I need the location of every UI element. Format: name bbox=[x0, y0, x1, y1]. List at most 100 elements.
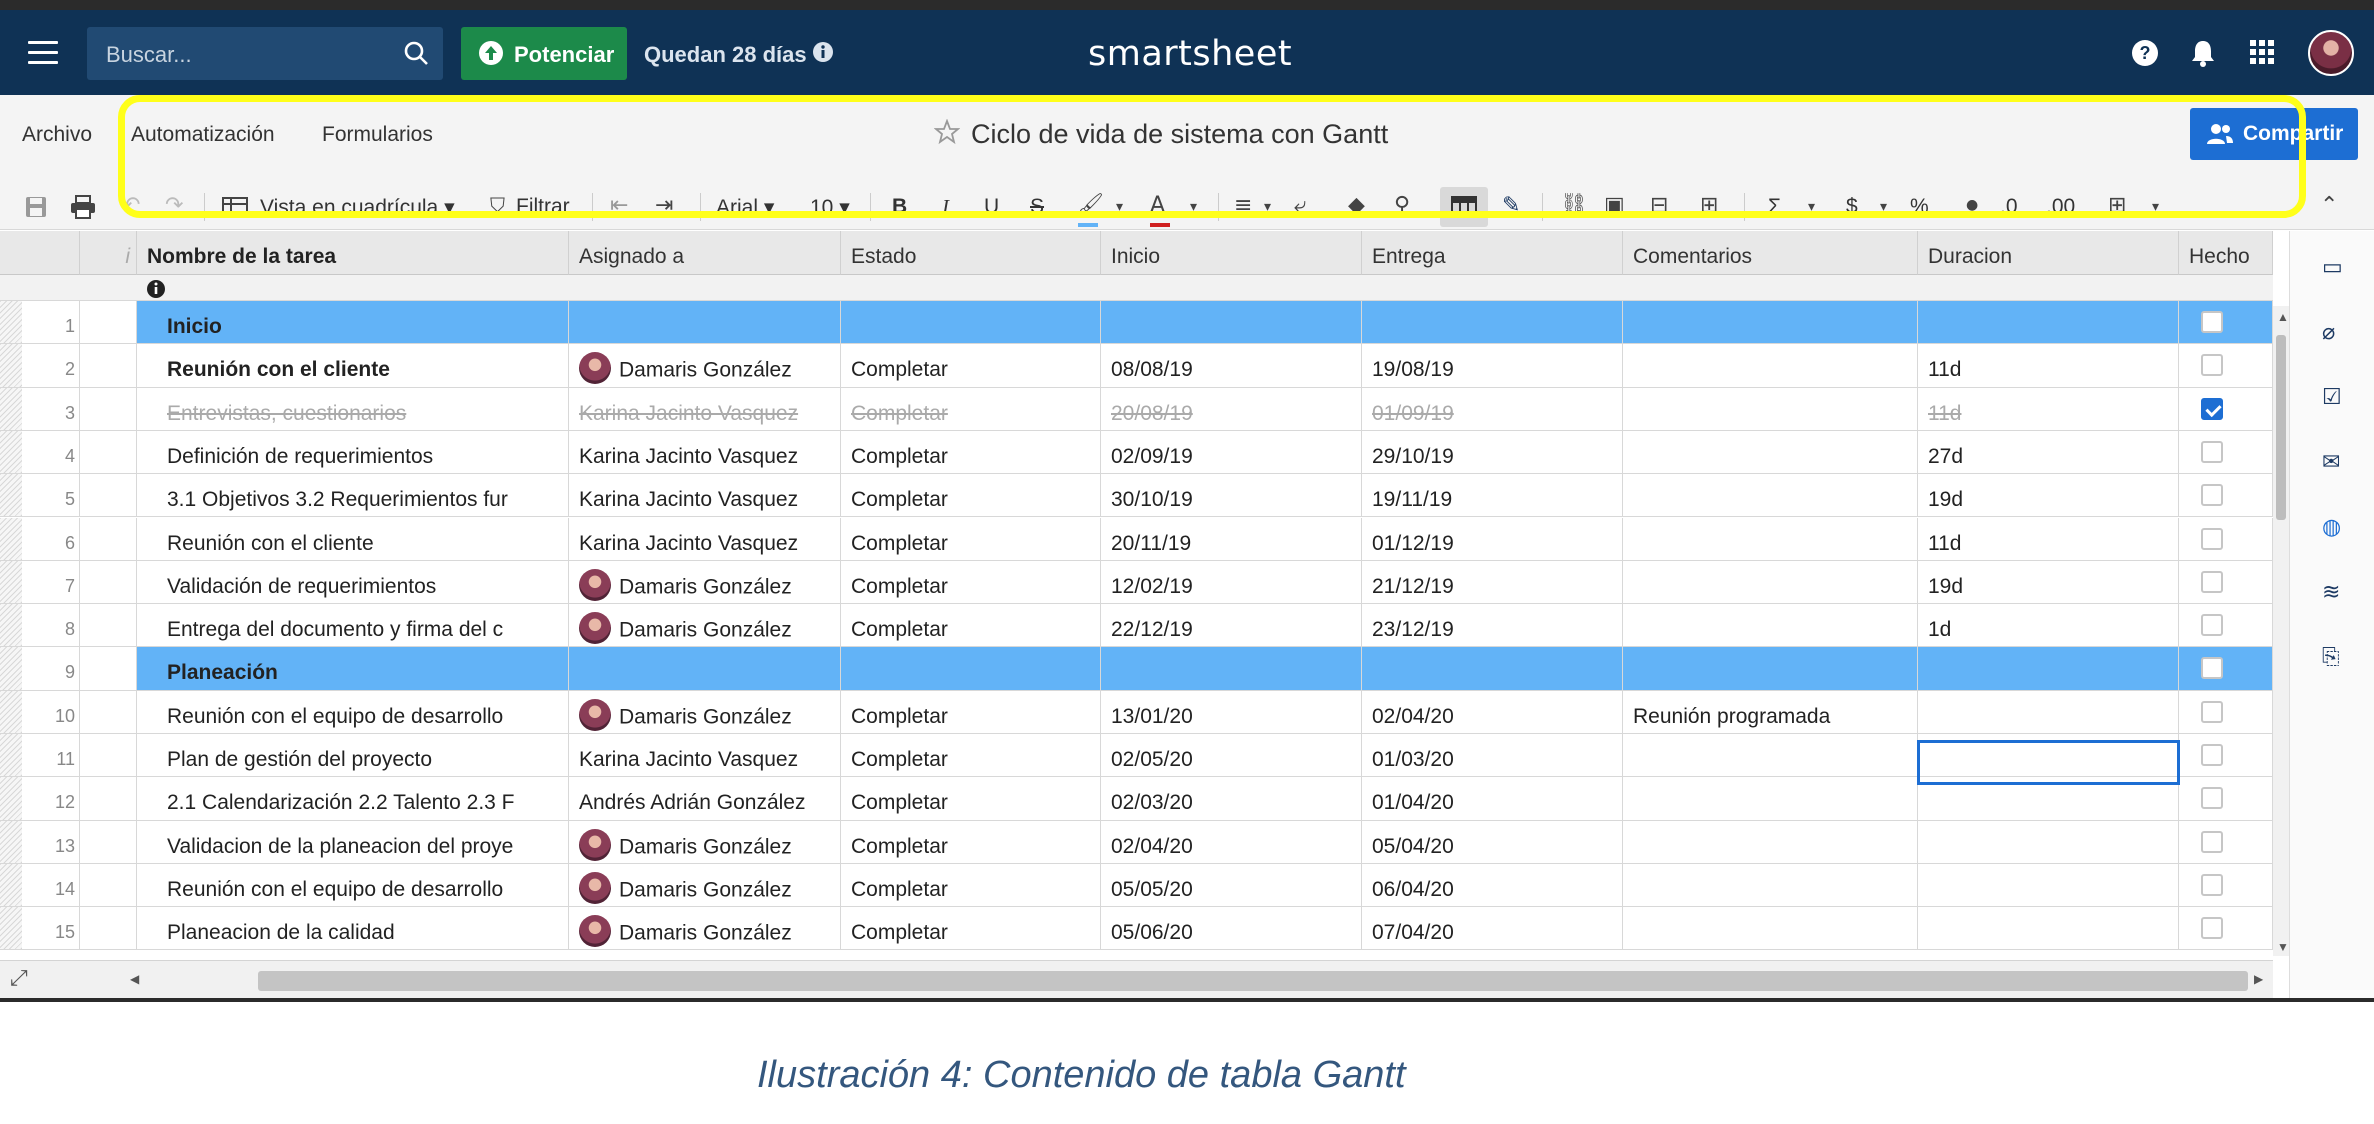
comments-cell[interactable] bbox=[1623, 820, 1918, 863]
column-header-status[interactable]: Estado bbox=[841, 231, 1101, 275]
done-checkbox[interactable] bbox=[2201, 787, 2223, 810]
vertical-scroll-thumb[interactable] bbox=[2276, 335, 2286, 520]
task-name-cell[interactable]: Reunión con el cliente bbox=[137, 344, 569, 387]
row-drag-handle[interactable] bbox=[0, 517, 22, 560]
row-drag-handle[interactable] bbox=[0, 820, 22, 863]
task-name-cell[interactable]: Entrega del documento y firma del c bbox=[137, 604, 569, 647]
status-cell[interactable]: Completar bbox=[841, 430, 1101, 474]
row-drag-handle[interactable] bbox=[0, 907, 22, 950]
done-cell[interactable] bbox=[2179, 517, 2273, 560]
table-row[interactable]: 3 Entrevistas, cuestionarios Karina Jacint… bbox=[0, 387, 2273, 431]
done-cell[interactable] bbox=[2179, 344, 2273, 387]
table-row[interactable]: 7 Validación de requerimientos Damaris Gon… bbox=[0, 560, 2273, 605]
done-checkbox[interactable] bbox=[2201, 744, 2223, 766]
apps-grid-icon[interactable] bbox=[2249, 39, 2275, 65]
row-drag-handle[interactable] bbox=[0, 777, 22, 820]
end-date-cell[interactable]: 21/12/19 bbox=[1362, 560, 1623, 604]
end-date-cell[interactable]: 19/08/19 bbox=[1362, 344, 1623, 387]
end-date-cell[interactable]: 01/09/19 bbox=[1362, 387, 1623, 430]
done-cell[interactable] bbox=[2179, 863, 2273, 907]
duration-cell[interactable]: 27d bbox=[1918, 430, 2179, 474]
table-row[interactable]: 9 Planeación bbox=[0, 647, 2273, 691]
status-cell[interactable]: Completar bbox=[841, 474, 1101, 517]
row-drag-handle[interactable] bbox=[0, 604, 22, 647]
search-icon[interactable] bbox=[403, 40, 429, 66]
search-input[interactable]: Buscar... bbox=[87, 27, 443, 80]
table-row[interactable]: 15 Planeacion de la calidad Damaris Gonzál… bbox=[0, 907, 2273, 951]
table-row[interactable]: 12 2.1 Calendarización 2.2 Talento 2.3 F A… bbox=[0, 777, 2273, 821]
proofs-icon[interactable]: ☑ bbox=[2322, 385, 2342, 410]
summary-icon[interactable]: ⎘ bbox=[2322, 645, 2340, 670]
duration-cell[interactable]: 19d bbox=[1918, 560, 2179, 604]
done-cell[interactable] bbox=[2179, 387, 2273, 430]
smartsheet-logo[interactable]: smartsheet bbox=[1088, 34, 1292, 74]
row-action-cell[interactable] bbox=[80, 430, 137, 474]
done-checkbox[interactable] bbox=[2201, 311, 2223, 333]
done-checkbox[interactable] bbox=[2201, 873, 2223, 896]
start-date-cell[interactable] bbox=[1101, 301, 1362, 344]
task-name-cell[interactable]: 2.1 Calendarización 2.2 Talento 2.3 F bbox=[137, 777, 569, 820]
row-action-cell[interactable] bbox=[80, 387, 137, 430]
row-drag-handle[interactable] bbox=[0, 430, 22, 474]
comments-cell[interactable] bbox=[1623, 907, 1918, 950]
assigned-cell[interactable]: Karina Jacinto Vasquez bbox=[569, 474, 841, 517]
help-icon[interactable]: ? bbox=[2131, 39, 2159, 67]
task-name-cell[interactable]: Plan de gestión del proyecto bbox=[137, 734, 569, 777]
upgrade-button[interactable]: Potenciar bbox=[461, 27, 627, 80]
sheet-info-icon[interactable] bbox=[146, 279, 166, 299]
menu-archivo[interactable]: Archivo bbox=[22, 123, 92, 147]
done-checkbox[interactable] bbox=[2201, 657, 2223, 680]
task-name-cell[interactable]: Entrevistas, cuestionarios bbox=[137, 387, 569, 430]
scroll-left-arrow-icon[interactable]: ◀ bbox=[130, 972, 139, 986]
end-date-cell[interactable]: 02/04/20 bbox=[1362, 690, 1623, 733]
status-cell[interactable]: Completar bbox=[841, 560, 1101, 604]
assigned-cell[interactable]: Andrés Adrián González bbox=[569, 777, 841, 820]
duration-cell[interactable] bbox=[1918, 777, 2179, 820]
task-name-cell[interactable]: Reunión con el equipo de desarrollo bbox=[137, 863, 569, 907]
assigned-cell[interactable]: Karina Jacinto Vasquez bbox=[569, 517, 841, 560]
duration-cell[interactable]: 11d bbox=[1918, 387, 2179, 430]
done-cell[interactable] bbox=[2179, 430, 2273, 474]
column-header-duration[interactable]: Duracion bbox=[1918, 231, 2179, 275]
status-cell[interactable]: Completar bbox=[841, 690, 1101, 733]
duration-cell[interactable]: 11d bbox=[1918, 344, 2179, 387]
row-action-cell[interactable] bbox=[80, 344, 137, 387]
comments-cell[interactable]: Reunión programada bbox=[1623, 690, 1918, 733]
row-action-cell[interactable] bbox=[80, 690, 137, 733]
assigned-cell[interactable]: Karina Jacinto Vasquez bbox=[569, 387, 841, 430]
comments-cell[interactable] bbox=[1623, 517, 1918, 560]
row-action-cell[interactable] bbox=[80, 863, 137, 907]
end-date-cell[interactable]: 01/03/20 bbox=[1362, 734, 1623, 777]
comments-cell[interactable] bbox=[1623, 647, 1918, 690]
comments-cell[interactable] bbox=[1623, 387, 1918, 430]
assigned-cell[interactable]: Damaris González bbox=[569, 344, 841, 387]
start-date-cell[interactable]: 20/08/19 bbox=[1101, 387, 1362, 430]
done-cell[interactable] bbox=[2179, 690, 2273, 733]
column-header-assigned[interactable]: Asignado a bbox=[569, 231, 841, 275]
row-drag-handle[interactable] bbox=[0, 474, 22, 517]
status-cell[interactable]: Completar bbox=[841, 517, 1101, 560]
start-date-cell[interactable]: 22/12/19 bbox=[1101, 604, 1362, 647]
row-drag-handle[interactable] bbox=[0, 734, 22, 777]
comments-cell[interactable] bbox=[1623, 474, 1918, 517]
done-cell[interactable] bbox=[2179, 820, 2273, 863]
task-name-cell[interactable]: Validación de requerimientos bbox=[137, 560, 569, 604]
user-avatar[interactable] bbox=[2308, 30, 2354, 76]
task-name-cell[interactable]: Validacion de la planeacion del proye bbox=[137, 820, 569, 863]
comments-cell[interactable] bbox=[1623, 560, 1918, 604]
start-date-cell[interactable]: 08/08/19 bbox=[1101, 344, 1362, 387]
row-action-cell[interactable] bbox=[80, 647, 137, 690]
row-action-cell[interactable] bbox=[80, 474, 137, 517]
notifications-bell-icon[interactable] bbox=[2190, 39, 2216, 67]
done-checkbox[interactable] bbox=[2201, 570, 2223, 593]
table-row[interactable]: 8 Entrega del documento y firma del c Dama… bbox=[0, 604, 2273, 648]
publish-globe-icon[interactable]: ◍ bbox=[2322, 515, 2341, 540]
done-checkbox[interactable] bbox=[2201, 830, 2223, 853]
table-row[interactable]: 6 Reunión con el cliente Karina Jacinto Va… bbox=[0, 517, 2273, 561]
end-date-cell[interactable]: 19/11/19 bbox=[1362, 474, 1623, 517]
end-date-cell[interactable]: 29/10/19 bbox=[1362, 430, 1623, 474]
table-row[interactable]: 13 Validacion de la planeacion del proye D… bbox=[0, 820, 2273, 864]
assigned-cell[interactable]: Damaris González bbox=[569, 560, 841, 604]
comments-cell[interactable] bbox=[1623, 777, 1918, 820]
status-cell[interactable] bbox=[841, 647, 1101, 690]
